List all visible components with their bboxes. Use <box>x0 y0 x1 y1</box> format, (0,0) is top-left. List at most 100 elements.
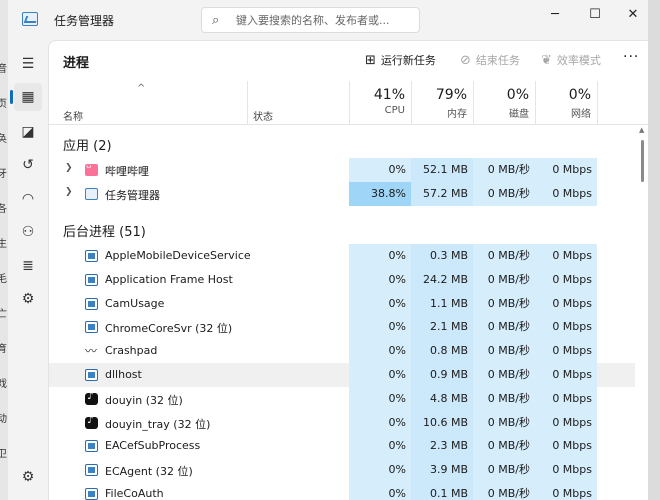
cell-cpu: 0% <box>349 315 411 340</box>
sidebar: ☰ ▦ ◪ ↺ ◠ ⚇ ≣ ⚙ ⚙ <box>8 40 48 500</box>
scroll-up-icon[interactable]: ▲ <box>639 126 644 134</box>
cell-mem: 24.2 MB <box>411 267 473 292</box>
process-name: Crashpad <box>105 344 158 358</box>
background-window-right <box>648 0 660 500</box>
cell-mem: 3.9 MB <box>411 458 473 483</box>
cell-mem: 0.1 MB <box>411 482 473 500</box>
cell-net: 0 Mbps <box>535 315 597 340</box>
column-memory[interactable]: 79% 内存 <box>411 87 467 125</box>
cell-mem: 1.1 MB <box>411 291 473 316</box>
table-row[interactable]: ❯ 任务管理器 38.8% 57.2 MB 0 MB/秒 0 Mbps <box>49 182 635 206</box>
cell-disk: 0 MB/秒 <box>473 410 535 435</box>
process-name: Application Frame Host <box>105 272 233 286</box>
column-divider[interactable] <box>247 81 248 125</box>
column-status[interactable]: 状态 <box>253 108 273 123</box>
table-row[interactable]: CamUsage 0% 1.1 MB 0 MB/秒 0 Mbps <box>49 291 635 316</box>
column-name[interactable]: 名称 <box>63 108 83 123</box>
cell-cpu: 0% <box>349 291 411 316</box>
window-icon <box>85 273 98 286</box>
close-button[interactable]: ✕ <box>618 4 648 26</box>
cell-disk: 0 MB/秒 <box>473 267 535 292</box>
end-task-label: 结束任务 <box>475 54 520 67</box>
table-row[interactable]: douyin_tray (32 位) 0%10.6 MB0 MB/秒0 Mbps <box>49 410 635 435</box>
window-icon <box>85 297 98 310</box>
end-task-button[interactable]: ⊘ 结束任务 <box>460 52 520 68</box>
maximize-button[interactable]: ☐ <box>580 4 610 26</box>
window-icon <box>85 488 98 500</box>
table-row[interactable]: EACefSubProcess 0% 2.3 MB 0 MB/秒 0 Mbps <box>49 434 635 459</box>
cell-disk: 0 MB/秒 <box>473 291 535 316</box>
cell-net: 0 Mbps <box>535 244 597 268</box>
chevron-right-icon[interactable]: ❯ <box>65 187 73 197</box>
background-window-edge: 音页奂牙各生毛亡育戏动卫 <box>0 0 8 500</box>
sort-arrow-icon[interactable]: ^ <box>137 83 145 94</box>
users-icon: ⚇ <box>21 224 35 240</box>
table-row[interactable]: 〰 Crashpad 0% 0.8 MB 0 MB/秒 0 Mbps <box>49 339 635 364</box>
hamburger-menu-nav[interactable]: ☰ <box>14 50 42 78</box>
process-name: dllhost <box>105 368 142 381</box>
processes-nav[interactable]: ▦ <box>10 83 42 111</box>
column-cpu[interactable]: 41% CPU <box>349 87 405 125</box>
process-name: douyin (32 位) <box>105 393 183 407</box>
network-label: 网络 <box>571 109 591 120</box>
column-header: ^ 名称 状态 41% CPU 79% 内存 0% 磁盘 0% 网络 <box>49 81 648 125</box>
vertical-scrollbar[interactable]: ▲ <box>637 126 647 500</box>
details-nav[interactable]: ≣ <box>14 252 42 280</box>
cell-mem: 0.8 MB <box>411 339 473 364</box>
cell-net: 0 Mbps <box>535 182 597 206</box>
table-row[interactable]: Application Frame Host 0% 24.2 MB 0 MB/秒 0 M… <box>49 267 635 292</box>
cell-disk: 0 MB/秒 <box>473 158 535 182</box>
table-row[interactable]: ❯ 哔哩哔哩 0%52.1 MB0 MB/秒0 Mbps <box>49 158 635 182</box>
services-nav[interactable]: ⚙ <box>14 285 42 313</box>
cell-cpu: 0% <box>349 482 411 500</box>
app-history-nav[interactable]: ↺ <box>14 151 42 179</box>
cpu-label: CPU <box>384 105 405 116</box>
search-icon: ⌕ <box>212 13 220 28</box>
more-options-button[interactable]: ··· <box>623 49 639 65</box>
chevron-right-icon[interactable]: ❯ <box>65 163 73 173</box>
users-nav[interactable]: ⚇ <box>14 218 42 246</box>
scrollbar-thumb[interactable] <box>641 140 644 182</box>
table-row[interactable]: ChromeCoreSvr (32 位) 0% 2.1 MB 0 MB/秒 0 Mbps <box>49 315 635 340</box>
title-bar: 任务管理器 ⌕ ─ ☐ ✕ <box>8 0 648 40</box>
settings-nav[interactable]: ⚙ <box>14 463 42 491</box>
process-name: CamUsage <box>105 296 165 310</box>
performance-icon: ◪ <box>21 124 35 140</box>
search-input[interactable] <box>236 12 414 28</box>
column-divider[interactable] <box>597 81 598 125</box>
table-row[interactable]: douyin (32 位) 0%4.8 MB0 MB/秒0 Mbps <box>49 386 635 411</box>
search-box[interactable]: ⌕ <box>201 7 420 33</box>
table-row[interactable]: AppleMobileDeviceService 0% 0.3 MB 0 MB/秒 0 … <box>49 244 635 268</box>
efficiency-mode-button[interactable]: ❦ 效率模式 <box>541 52 601 68</box>
run-new-task-button[interactable]: ⊞ 运行新任务 <box>365 52 436 68</box>
minimize-button[interactable]: ─ <box>540 4 570 26</box>
table-row[interactable]: dllhost 0% 0.9 MB 0 MB/秒 0 Mbps <box>49 363 635 387</box>
end-task-icon: ⊘ <box>460 52 471 68</box>
app-history-icon: ↺ <box>22 157 34 173</box>
column-network[interactable]: 0% 网络 <box>535 87 591 125</box>
background-text: 生 <box>0 239 7 250</box>
run-task-icon: ⊞ <box>365 52 376 68</box>
cell-disk: 0 MB/秒 <box>473 315 535 340</box>
disk-total: 0% <box>506 87 529 103</box>
toolbar: 进程 ⊞ 运行新任务 ⊘ 结束任务 ❦ 效率模式 ··· <box>49 41 648 81</box>
process-name: FileCoAuth <box>105 487 164 500</box>
cell-mem: 0.9 MB <box>411 363 473 387</box>
cell-disk: 0 MB/秒 <box>473 482 535 500</box>
cell-cpu: 0% <box>349 267 411 292</box>
table-row[interactable]: ECAgent (32 位) 0% 3.9 MB 0 MB/秒 0 Mbps <box>49 458 635 483</box>
cell-cpu: 0% <box>349 458 411 483</box>
cell-cpu: 0% <box>349 244 411 268</box>
process-name: 任务管理器 <box>105 189 160 202</box>
background-text: 各 <box>0 204 7 215</box>
cell-net: 0 Mbps <box>535 386 597 411</box>
startup-apps-icon: ◠ <box>21 191 35 207</box>
column-disk[interactable]: 0% 磁盘 <box>473 87 529 125</box>
performance-nav[interactable]: ◪ <box>14 118 42 146</box>
process-name: douyin_tray (32 位) <box>105 417 211 431</box>
table-row[interactable]: FileCoAuth 0% 0.1 MB 0 MB/秒 0 Mbps <box>49 482 635 500</box>
startup-apps-nav[interactable]: ◠ <box>14 185 42 213</box>
cell-net: 0 Mbps <box>535 410 597 435</box>
group-title: 后台进程 (51) <box>63 225 146 240</box>
task-manager-icon <box>85 188 98 200</box>
